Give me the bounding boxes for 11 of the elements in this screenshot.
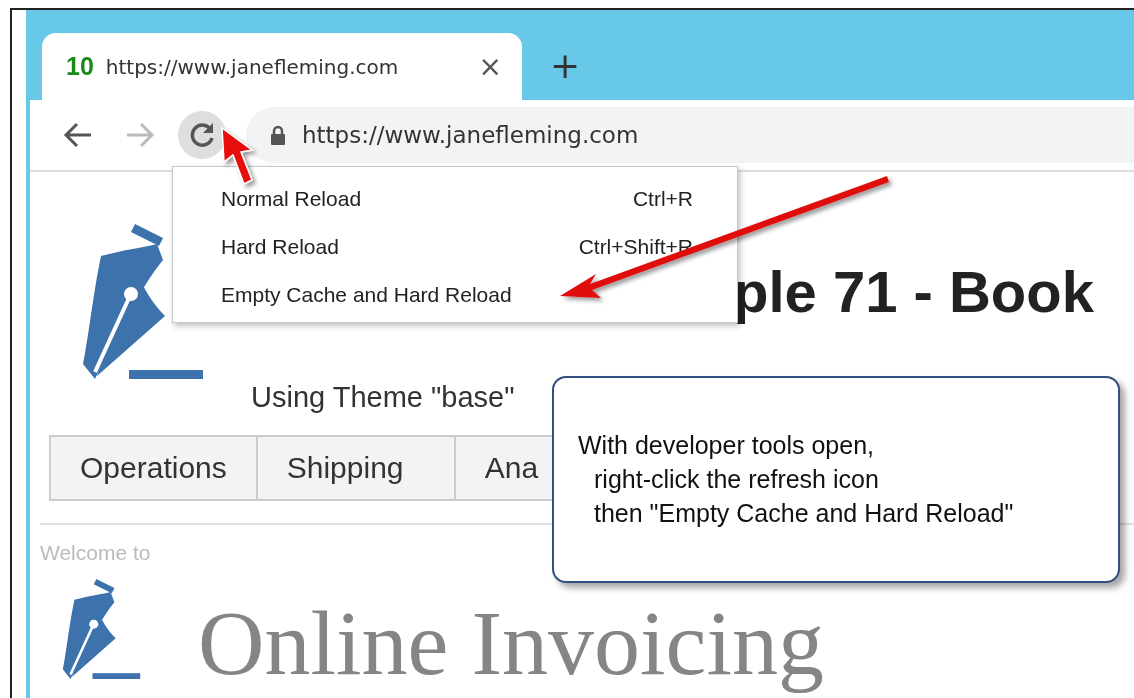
page-title: ple 71 - Book bbox=[733, 258, 1094, 325]
tab-title: https://www.janefleming.com bbox=[105, 54, 400, 79]
tab-count-label: 10 bbox=[66, 52, 94, 81]
callout-text: right-click the refresh icon bbox=[593, 464, 879, 495]
welcome-text: Welcome to bbox=[40, 541, 151, 565]
url-text: https://www.janefleming.com bbox=[302, 122, 639, 148]
shortcut-text: Ctrl+Shift+R bbox=[578, 235, 693, 259]
theme-subtitle: Using Theme "base" bbox=[251, 380, 515, 415]
shortcut-text: Ctrl+R bbox=[632, 187, 693, 211]
callout-text: With developer tools open, bbox=[578, 430, 874, 461]
callout-text: then "Empty Cache and Hard Reload" bbox=[593, 498, 1014, 529]
